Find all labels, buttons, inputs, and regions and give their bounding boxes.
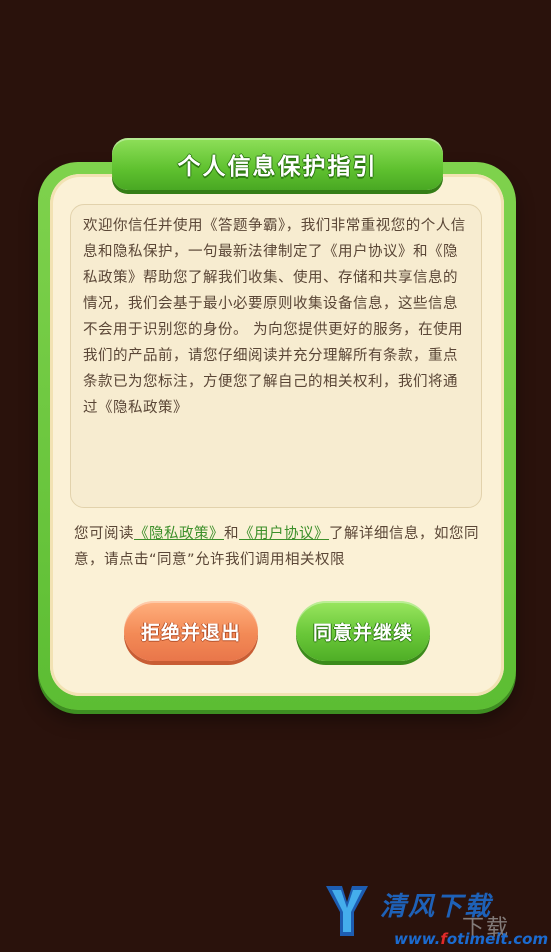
watermark-url-prefix: www. (394, 930, 441, 948)
dialog-title: 个人信息保护指引 (177, 154, 378, 180)
watermark-url: www.fotimeit.com (394, 930, 548, 948)
watermark: 清风下载 下载 www.fotimeit.com (322, 880, 551, 952)
agreement-scroll-box[interactable]: 欢迎你信任并使用《答题争霸》，我们非常重视您的个人信息和隐私保护，一句最新法律制… (70, 204, 482, 508)
footer-prefix: 您可阅读 (74, 526, 134, 542)
brand-logo-icon (326, 886, 368, 936)
footer-and: 和 (224, 526, 239, 542)
agree-continue-button[interactable]: 同意并继续 (296, 601, 430, 661)
agreement-content: 欢迎你信任并使用《答题争霸》，我们非常重视您的个人信息和隐私保护，一句最新法律制… (83, 218, 466, 416)
dialog-title-banner: 个人信息保护指引 (112, 138, 443, 190)
privacy-policy-link[interactable]: 《隐私政策》 (134, 526, 224, 542)
user-agreement-link[interactable]: 《用户协议》 (239, 526, 329, 542)
agreement-footer: 您可阅读《隐私政策》和《用户协议》了解详细信息，如您同意，请点击“同意”允许我们… (74, 521, 484, 573)
watermark-url-rest: otimeit.com (446, 930, 549, 948)
reject-exit-button[interactable]: 拒绝并退出 (124, 601, 258, 661)
